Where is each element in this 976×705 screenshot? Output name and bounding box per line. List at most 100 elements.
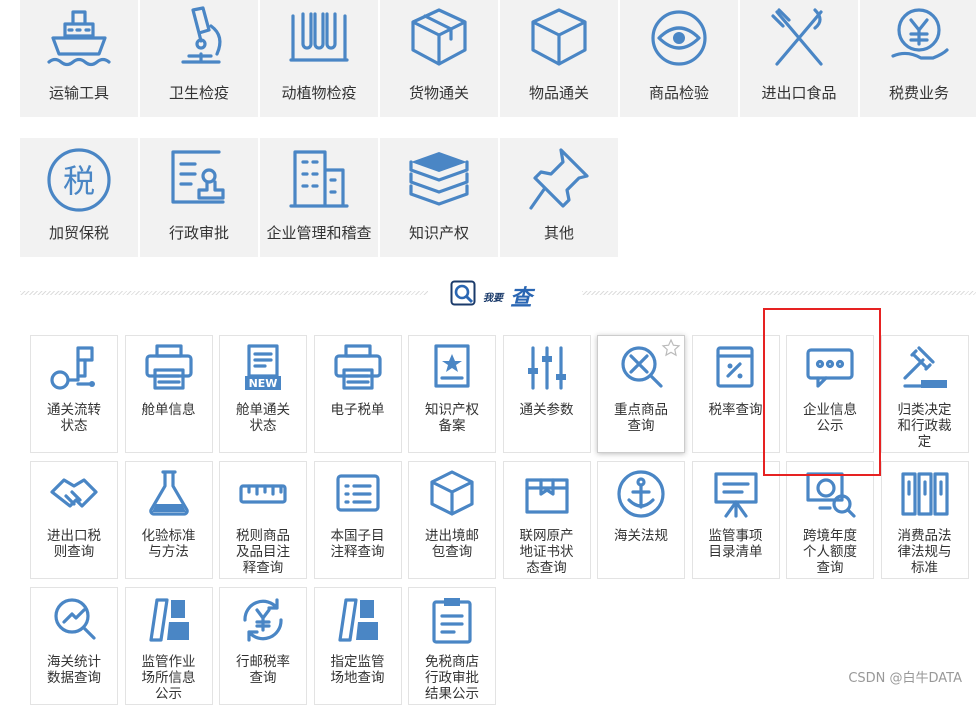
category-label: 物品通关	[528, 84, 589, 102]
query-tile-label: 免税商店 行政审批 结果公示	[425, 654, 479, 702]
category-label: 其他	[543, 224, 574, 242]
query-tile[interactable]: 重点商品 查询	[597, 335, 685, 453]
query-tile[interactable]: 监管事项 目录清单	[691, 461, 780, 579]
query-tile[interactable]: 归类决定 和行政裁定	[880, 335, 969, 453]
query-tile-label: 行邮税率 查询	[236, 654, 290, 686]
test-tubes-icon	[289, 12, 349, 62]
query-tile[interactable]: 消费品法 律法规与 标准	[880, 461, 969, 579]
query-tile[interactable]: 行邮税率 查询	[219, 587, 307, 705]
query-tile[interactable]: 免税商店 行政审批 结果公示	[408, 587, 496, 705]
new-document-icon: NEW	[245, 344, 281, 390]
query-tile-label: 监管事项 目录清单	[708, 528, 763, 560]
query-tile-label: 通关流转 状态	[47, 402, 101, 434]
search-q-icon	[450, 280, 476, 306]
printer-icon	[333, 344, 382, 390]
favorite-star-icon[interactable]	[661, 338, 681, 358]
category-label: 企业管理和稽查	[266, 224, 372, 242]
rate-book-icon	[715, 346, 754, 388]
query-tile-label: 海关统计 数据查询	[47, 654, 101, 686]
printer-icon	[144, 344, 193, 390]
category-ip[interactable]: 知识产权	[380, 138, 499, 258]
category-label: 货物通关	[408, 84, 469, 102]
category-health[interactable]: 卫生检疫	[140, 0, 259, 118]
search-prefix: 我要	[483, 293, 503, 304]
site-blocks-icon	[148, 598, 189, 642]
query-tile[interactable]: 通关流转 状态	[30, 335, 118, 453]
query-tile-label: 本国子目 注释查询	[330, 528, 385, 560]
query-tile[interactable]: 跨境年度 个人额度 查询	[786, 461, 874, 579]
query-tile[interactable]: 联网原产 地证书状 态查询	[502, 461, 591, 579]
category-tax[interactable]: 税费业务	[860, 0, 976, 118]
query-tile[interactable]: 电子税单	[313, 335, 402, 453]
category-admin[interactable]: 行政审批	[140, 138, 259, 258]
query-tile[interactable]: 本国子目 注释查询	[313, 461, 402, 579]
category-transport[interactable]: 运输工具	[20, 0, 139, 118]
category-label: 商品检验	[648, 84, 709, 102]
query-tile[interactable]: 进出境邮 包查询	[408, 461, 496, 579]
microscope-icon	[181, 6, 222, 64]
category-enterprise[interactable]: 企业管理和稽查	[260, 138, 379, 258]
category-label: 运输工具	[48, 84, 109, 102]
tools-magnifier-icon	[621, 346, 663, 388]
binders-icon	[900, 472, 949, 516]
query-tile-label: 监管作业 场所信息 公示	[141, 654, 196, 702]
books-icon	[409, 152, 469, 206]
query-tile[interactable]: 海关统计 数据查询	[30, 587, 118, 705]
query-tile[interactable]: 知识产权 备案	[408, 335, 496, 453]
query-tile-label: 舱单信息	[141, 402, 196, 418]
query-tile-label: 消费品法 律法规与 标准	[897, 528, 952, 576]
query-tile-label: 跨境年度 个人额度 查询	[803, 528, 857, 576]
svg-text:NEW: NEW	[249, 377, 278, 390]
parcel-icon	[430, 470, 474, 516]
certificate-box-icon	[524, 478, 569, 514]
category-inspection[interactable]: 商品检验	[620, 0, 739, 118]
building-icon	[289, 150, 349, 208]
query-tile-label: 海关法规	[614, 528, 668, 544]
flow-network-icon	[50, 346, 95, 390]
gavel-icon	[902, 346, 947, 388]
yen-hand-icon	[891, 8, 949, 60]
category-label: 加贸保税	[48, 224, 109, 242]
fork-knife-icon	[771, 8, 823, 66]
sliders-icon	[527, 346, 566, 390]
easel-icon	[713, 472, 758, 518]
query-tile-label: 进出口税 则查询	[47, 528, 101, 560]
category-cargo[interactable]: 货物通关	[380, 0, 499, 118]
stats-magnifier-icon	[54, 598, 96, 640]
list-card-icon	[335, 474, 380, 512]
pushpin-icon	[529, 148, 589, 210]
ruler-icon	[239, 484, 287, 504]
flask-icon	[148, 470, 189, 516]
query-tile[interactable]: 进出口税 则查询	[30, 461, 118, 579]
svg-text:税: 税	[63, 162, 95, 200]
star-certificate-icon	[434, 344, 470, 388]
approval-stamp-icon	[171, 150, 225, 204]
handshake-icon	[50, 478, 98, 508]
category-label: 卫生检疫	[168, 84, 229, 102]
query-tile[interactable]: NEW 舱单通关 状态	[219, 335, 307, 453]
anchor-icon	[617, 470, 665, 518]
yen-refresh-icon	[243, 598, 283, 642]
category-grid: 运输工具 卫生检疫 动植物检疫 货物通关 物品通关 商品检验 进出口食品 税费业…	[20, 0, 976, 260]
query-tile[interactable]: 舱单信息	[124, 335, 213, 453]
query-tile[interactable]: 海关法规	[597, 461, 685, 579]
query-tile[interactable]: 通关参数	[502, 335, 591, 453]
query-tile[interactable]: 税则商品 及品目注 释查询	[219, 461, 307, 579]
package-box-icon	[531, 8, 587, 66]
query-tile[interactable]: 监管作业 场所信息 公示	[124, 587, 213, 705]
query-tile-label: 舱单通关 状态	[236, 402, 290, 434]
query-tile-label: 归类决定 和行政裁定	[897, 402, 952, 450]
query-tile-label: 进出境邮 包查询	[425, 528, 479, 560]
category-bonded[interactable]: 税 加贸保税	[20, 138, 139, 258]
query-tile-label: 指定监管 场地查询	[330, 654, 385, 686]
category-other[interactable]: 其他	[500, 138, 619, 258]
query-tile-label: 重点商品 查询	[614, 402, 668, 434]
clipboard-icon	[432, 598, 472, 644]
query-tile[interactable]: 指定监管 场地查询	[313, 587, 402, 705]
query-tile-label: 税则商品 及品目注 释查询	[236, 528, 290, 576]
category-goods[interactable]: 物品通关	[500, 0, 619, 118]
category-quarantine[interactable]: 动植物检疫	[260, 0, 379, 118]
query-tile[interactable]: 化验标准 与方法	[124, 461, 213, 579]
category-food[interactable]: 进出口食品	[740, 0, 859, 118]
query-tile-label: 通关参数	[519, 402, 574, 418]
